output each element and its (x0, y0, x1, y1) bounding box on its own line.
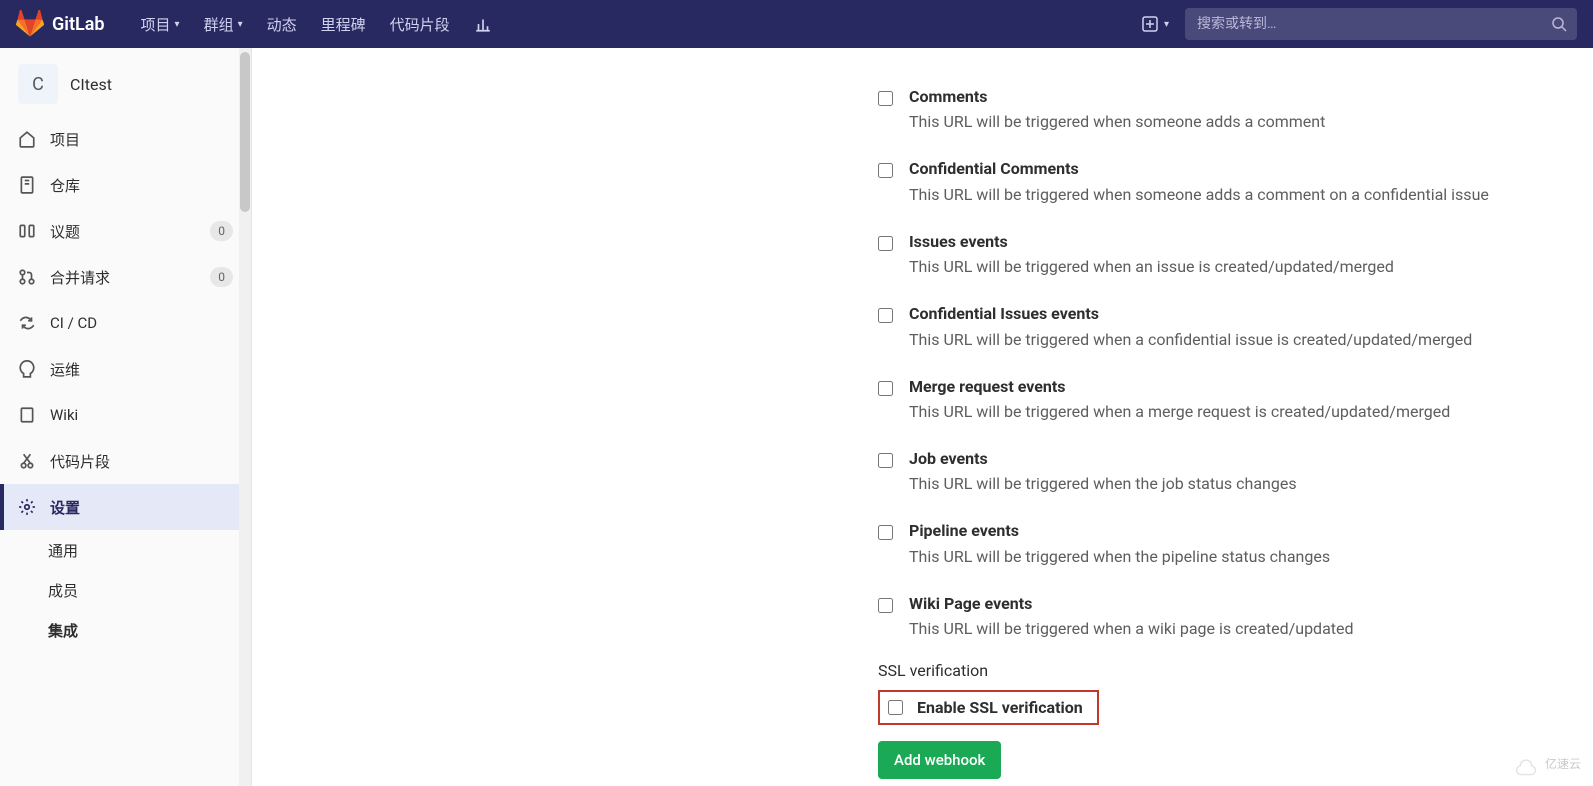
brand-text: GitLab (52, 14, 105, 35)
sidebar-sub-item[interactable]: 集成 (0, 610, 251, 650)
trigger-checkbox[interactable] (878, 453, 893, 468)
enable-ssl-label: Enable SSL verification (917, 698, 1083, 717)
new-dropdown[interactable]: ▾ (1142, 16, 1169, 32)
trigger-row: Issues eventsThis URL will be triggered … (878, 221, 1558, 293)
chevron-down-icon: ▾ (175, 19, 180, 30)
trigger-row: Confidential Issues events This URL will … (878, 293, 1558, 365)
settings-icon (18, 498, 36, 516)
ssl-verification-heading: SSL verification (878, 661, 1558, 680)
trigger-row: Wiki Page eventsThis URL will be trigger… (878, 583, 1558, 655)
sidebar-scrollbar[interactable] (239, 48, 251, 786)
sidebar-item-label: 设置 (50, 497, 80, 518)
nav-activity[interactable]: 动态 (255, 0, 309, 48)
sidebar-item-cicd[interactable]: CI / CD (0, 300, 251, 346)
search-button[interactable] (1541, 8, 1577, 40)
trigger-checkbox[interactable] (878, 163, 893, 178)
sidebar-item-label: 代码片段 (50, 451, 110, 472)
top-navbar: GitLab 项目▾ 群组▾ 动态 里程碑 代码片段 ▾ (0, 0, 1593, 48)
sidebar-item-label: 合并请求 (50, 267, 110, 288)
trigger-checkbox[interactable] (878, 598, 893, 613)
ops-icon (18, 360, 36, 378)
trigger-description: This URL will be triggered when someone … (909, 110, 1325, 134)
chevron-down-icon: ▾ (238, 19, 243, 30)
sidebar-item-snippets[interactable]: 代码片段 (0, 438, 251, 484)
trigger-label: Pipeline events (909, 520, 1330, 542)
sidebar-item-label: 项目 (50, 129, 80, 150)
sidebar-item-label: CI / CD (50, 314, 97, 332)
watermark: 亿速云 (1513, 750, 1581, 776)
trigger-checkbox[interactable] (878, 236, 893, 251)
plus-square-icon (1142, 16, 1158, 32)
trigger-description: This URL will be triggered when a merge … (909, 400, 1450, 424)
trigger-description: This URL will be triggered when a confid… (909, 328, 1472, 352)
sidebar-item-label: 运维 (50, 359, 80, 380)
trigger-label: Confidential Issues events (909, 303, 1472, 325)
project-avatar: C (18, 64, 58, 104)
repo-icon (18, 176, 36, 194)
trigger-row: Job eventsThis URL will be triggered whe… (878, 438, 1558, 510)
mr-icon (18, 268, 36, 286)
issues-icon (18, 222, 36, 240)
trigger-checkbox[interactable] (878, 525, 893, 540)
home-icon (18, 130, 36, 148)
cicd-icon (18, 314, 36, 332)
sidebar-sub-item[interactable]: 通用 (0, 530, 251, 570)
sidebar-item-repo[interactable]: 仓库 (0, 162, 251, 208)
nav-groups[interactable]: 群组▾ (192, 0, 255, 48)
nav-snippets[interactable]: 代码片段 (378, 0, 462, 48)
project-sidebar: C CItest 项目仓库议题 0 合并请求 0 CI / CD 运维 Wiki 代码片段设置… (0, 48, 252, 786)
trigger-label: Job events (909, 448, 1297, 470)
sidebar-item-mr[interactable]: 合并请求 0 (0, 254, 251, 300)
chevron-down-icon: ▾ (1164, 19, 1169, 30)
trigger-description: This URL will be triggered when a wiki p… (909, 617, 1354, 641)
scrollbar-thumb[interactable] (240, 52, 250, 212)
search-icon (1551, 16, 1567, 32)
gitlab-logo[interactable]: GitLab (16, 10, 105, 38)
sidebar-item-wiki[interactable]: Wiki (0, 392, 251, 438)
main-content: CommentsThis URL will be triggered when … (252, 48, 1593, 786)
trigger-description: This URL will be triggered when an issue… (909, 255, 1394, 279)
search-input[interactable] (1185, 16, 1541, 32)
trigger-checkbox[interactable] (878, 381, 893, 396)
sidebar-item-label: 仓库 (50, 175, 80, 196)
trigger-description: This URL will be triggered when the pipe… (909, 545, 1330, 569)
project-header[interactable]: C CItest (0, 48, 251, 116)
sidebar-item-home[interactable]: 项目 (0, 116, 251, 162)
trigger-label: Comments (909, 86, 1325, 108)
webhook-triggers-section: CommentsThis URL will be triggered when … (878, 76, 1558, 779)
snippets-icon (18, 452, 36, 470)
sidebar-item-label: Wiki (50, 406, 78, 424)
add-webhook-button[interactable]: Add webhook (878, 741, 1001, 779)
trigger-row: Confidential Comments This URL will be tr… (878, 148, 1558, 220)
trigger-description: This URL will be triggered when the job … (909, 472, 1297, 496)
sidebar-badge: 0 (210, 221, 233, 241)
trigger-checkbox[interactable] (878, 308, 893, 323)
trigger-description: This URL will be triggered when someone … (909, 183, 1489, 207)
global-search (1185, 8, 1577, 40)
sidebar-item-settings[interactable]: 设置 (0, 484, 251, 530)
wiki-icon (18, 406, 36, 424)
trigger-label: Issues events (909, 231, 1394, 253)
nav-milestones[interactable]: 里程碑 (309, 0, 378, 48)
trigger-row: CommentsThis URL will be triggered when … (878, 76, 1558, 148)
trigger-row: Pipeline events This URL will be triggere… (878, 510, 1558, 582)
trigger-label: Wiki Page events (909, 593, 1354, 615)
sidebar-item-issues[interactable]: 议题 0 (0, 208, 251, 254)
trigger-label: Merge request events (909, 376, 1450, 398)
nav-analytics-icon[interactable] (462, 0, 504, 48)
sidebar-badge: 0 (210, 267, 233, 287)
chart-icon (474, 15, 492, 33)
trigger-checkbox[interactable] (878, 91, 893, 106)
sidebar-sub-item[interactable]: 成员 (0, 570, 251, 610)
trigger-label: Confidential Comments (909, 158, 1489, 180)
ssl-verification-highlight: Enable SSL verification (878, 690, 1099, 725)
watermark-icon (1513, 750, 1539, 776)
sidebar-item-label: 议题 (50, 221, 80, 242)
enable-ssl-checkbox[interactable] (888, 700, 903, 715)
project-name: CItest (70, 75, 112, 94)
gitlab-icon (16, 10, 44, 38)
sidebar-item-ops[interactable]: 运维 (0, 346, 251, 392)
nav-projects[interactable]: 项目▾ (129, 0, 192, 48)
trigger-row: Merge request eventsThis URL will be tri… (878, 366, 1558, 438)
